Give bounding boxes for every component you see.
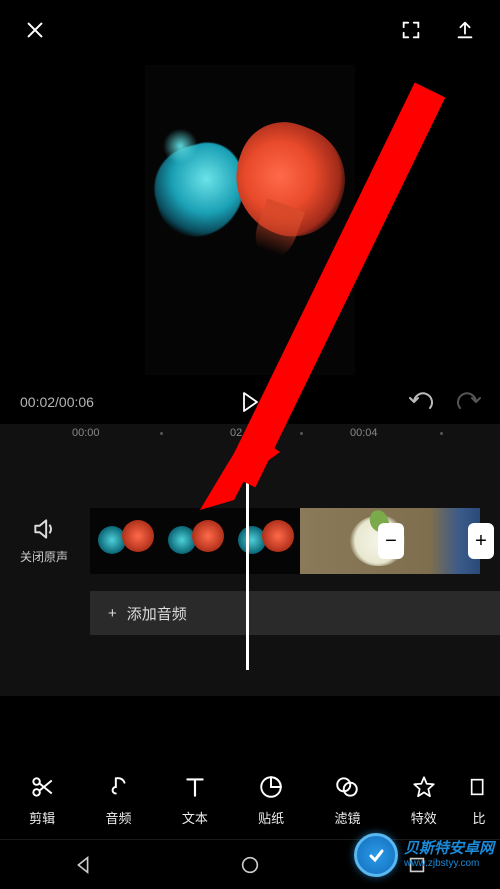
mute-label: 关闭原声: [0, 548, 88, 565]
tool-sticker[interactable]: 贴纸: [233, 774, 309, 827]
music-note-icon: [105, 774, 131, 800]
circle-home-icon: [239, 854, 261, 876]
play-icon: [240, 391, 260, 413]
tool-label: 贴纸: [258, 808, 284, 827]
add-clip-button[interactable]: +: [468, 523, 494, 559]
preview-frame: [145, 65, 355, 375]
bottom-toolbar: 剪辑 音频 文本 贴纸 滤镜 特效 比: [0, 761, 500, 839]
transition-remove-button[interactable]: −: [378, 523, 404, 559]
time-display: 00:02/00:06: [20, 394, 94, 410]
ruler-tick: 00:00: [72, 427, 100, 439]
watermark-badge: [354, 833, 398, 877]
redo-icon: [456, 392, 482, 412]
export-icon: [454, 19, 476, 41]
timeline-ruler[interactable]: 00:00 02 00:04: [0, 424, 500, 446]
clip-thumbnail[interactable]: [230, 508, 300, 574]
undo-button[interactable]: [408, 389, 434, 415]
video-clip-track[interactable]: − +: [90, 506, 500, 576]
tool-label: 滤镜: [334, 808, 360, 827]
watermark: 贝斯特安卓网 www.zjbstyy.com: [354, 833, 494, 877]
tool-filter[interactable]: 滤镜: [309, 774, 385, 827]
watermark-title: 贝斯特安卓网: [404, 841, 494, 858]
tool-text[interactable]: 文本: [157, 774, 233, 827]
fullscreen-button[interactable]: [398, 17, 424, 43]
play-button[interactable]: [237, 389, 263, 415]
export-button[interactable]: [452, 17, 478, 43]
nav-home[interactable]: [237, 852, 263, 878]
tool-label: 剪辑: [29, 808, 55, 827]
add-audio-label: 添加音频: [127, 603, 187, 624]
ruler-tick: 02: [230, 427, 242, 439]
tool-effects[interactable]: 特效: [386, 774, 462, 827]
triangle-back-icon: [72, 854, 94, 876]
fullscreen-icon: [400, 19, 422, 41]
speaker-icon: [31, 516, 57, 542]
undo-icon: [408, 392, 434, 412]
video-preview[interactable]: [0, 60, 500, 380]
clip-thumbnail[interactable]: [160, 508, 230, 574]
plus-icon: +: [108, 605, 117, 622]
mute-button[interactable]: [31, 516, 57, 542]
add-audio-track[interactable]: + 添加音频: [90, 591, 500, 635]
tool-label: 比: [472, 808, 485, 827]
ruler-tick: 00:04: [350, 427, 378, 439]
tool-edit[interactable]: 剪辑: [4, 774, 80, 827]
scissors-icon: [29, 774, 55, 800]
clip-thumbnail[interactable]: [90, 508, 160, 574]
text-icon: [182, 774, 208, 800]
tool-ratio[interactable]: 比: [462, 774, 496, 827]
nav-back[interactable]: [70, 852, 96, 878]
watermark-url: www.zjbstyy.com: [404, 858, 494, 869]
timeline-panel: 关闭原声 − + + 添加音频: [0, 446, 500, 696]
ratio-icon: [468, 774, 490, 800]
filter-icon: [334, 774, 360, 800]
sticker-icon: [258, 774, 284, 800]
close-button[interactable]: [22, 17, 48, 43]
tool-label: 音频: [105, 808, 131, 827]
star-icon: [411, 774, 437, 800]
tool-audio[interactable]: 音频: [80, 774, 156, 827]
tool-label: 特效: [411, 808, 437, 827]
close-icon: [24, 19, 46, 41]
tool-label: 文本: [182, 808, 208, 827]
playhead[interactable]: [246, 480, 249, 670]
redo-button[interactable]: [456, 389, 482, 415]
